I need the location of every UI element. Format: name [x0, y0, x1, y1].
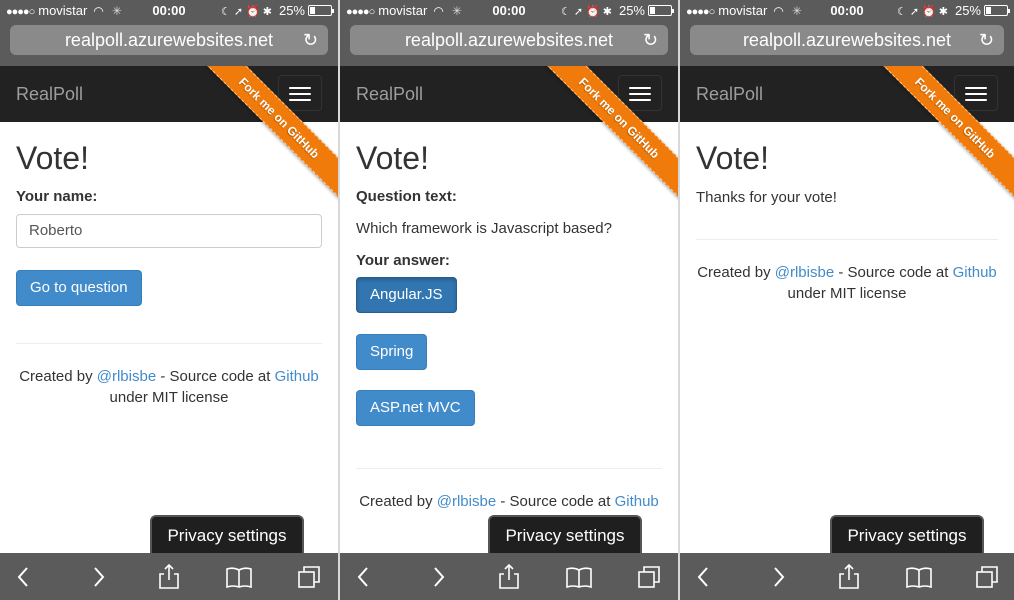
author-link[interactable]: @rlbisbe [437, 493, 496, 510]
battery-percent: 25% [954, 3, 981, 18]
status-bar: ●●●●○ movistar ◠ ✳ 00:00 ☾➚⏰✱ 25% [340, 0, 678, 22]
battery-icon [648, 5, 674, 16]
page-title: Vote! [696, 140, 769, 176]
name-input[interactable]: Roberto [16, 214, 322, 248]
reload-icon[interactable]: ↻ [303, 25, 318, 55]
author-link[interactable]: @rlbisbe [97, 368, 156, 385]
divider [16, 343, 322, 344]
battery-percent: 25% [278, 3, 305, 18]
footer: Created by @rlbisbe - Source code at Git… [16, 366, 322, 408]
fork-ribbon-link[interactable]: Fork me on GitHub [870, 66, 1014, 203]
forward-icon[interactable] [84, 563, 112, 591]
url-text: realpoll.azurewebsites.net [742, 30, 952, 50]
status-icons: ☾➚⏰✱ [896, 6, 951, 18]
question-label: Question text: [356, 188, 457, 205]
tabs-icon[interactable] [635, 563, 663, 591]
phone-screen-question: ●●●●○ movistar ◠ ✳ 00:00 ☾➚⏰✱ 25% realpoll.a… [340, 0, 678, 600]
github-ribbon: Fork me on GitHub [864, 66, 1014, 216]
brand-link[interactable]: RealPoll [356, 66, 423, 122]
browser-chrome: ●●●●○ movistar ◠ ✳ 00:00 ☾➚⏰✱ 25% realpoll.a… [340, 0, 678, 66]
thanks-message: Thanks for your vote! [696, 189, 837, 206]
divider [356, 468, 662, 469]
answer-button-spring[interactable]: Spring [356, 334, 428, 370]
author-link[interactable]: @rlbisbe [775, 264, 834, 281]
back-icon[interactable] [690, 563, 718, 591]
fork-ribbon-link[interactable]: Fork me on GitHub [194, 66, 338, 203]
browser-toolbar [340, 553, 678, 600]
share-icon[interactable] [155, 563, 183, 591]
url-bar[interactable]: realpoll.azurewebsites.net ↻ [690, 25, 1004, 55]
forward-icon[interactable] [424, 563, 452, 591]
battery-icon [308, 5, 334, 16]
browser-chrome: ●●●●○ movistar ◠ ✳ 00:00 ☾➚⏰✱ 25% realpoll.a… [0, 0, 338, 66]
github-link[interactable]: Github [615, 493, 659, 510]
divider [696, 239, 998, 240]
question-text: Which framework is Javascript based? [356, 220, 612, 237]
screens-container: ●●●●○ movistar ◠ ✳ 00:00 ☾➚⏰✱ 25% realpoll.a… [0, 0, 1014, 600]
page-title: Vote! [16, 140, 89, 176]
url-text: realpoll.azurewebsites.net [64, 30, 274, 50]
bookmarks-icon[interactable] [905, 563, 933, 591]
name-label: Your name: [16, 188, 98, 205]
battery-percent: 25% [618, 3, 645, 18]
reload-icon[interactable]: ↻ [979, 25, 994, 55]
back-icon[interactable] [350, 563, 378, 591]
fork-ribbon-link[interactable]: Fork me on GitHub [534, 66, 678, 203]
tabs-icon[interactable] [295, 563, 323, 591]
answer-button-angular[interactable]: Angular.JS [356, 277, 457, 313]
url-bar[interactable]: realpoll.azurewebsites.net ↻ [10, 25, 328, 55]
github-link[interactable]: Github [953, 264, 997, 281]
license-text: under MIT license [787, 285, 907, 302]
status-icons: ☾➚⏰✱ [220, 6, 275, 18]
answer-button-aspnet[interactable]: ASP.net MVC [356, 390, 475, 426]
privacy-settings-button[interactable]: Privacy settings [832, 517, 982, 555]
github-ribbon: Fork me on GitHub [188, 66, 338, 216]
forward-icon[interactable] [764, 563, 792, 591]
github-link[interactable]: Github [275, 368, 319, 385]
url-text: realpoll.azurewebsites.net [404, 30, 614, 50]
browser-toolbar [680, 553, 1014, 600]
back-icon[interactable] [10, 563, 38, 591]
github-ribbon: Fork me on GitHub [528, 66, 678, 216]
browser-toolbar [0, 553, 338, 600]
answer-label: Your answer: [356, 252, 450, 269]
reload-icon[interactable]: ↻ [643, 25, 658, 55]
brand-link[interactable]: RealPoll [696, 66, 763, 122]
go-to-question-button[interactable]: Go to question [16, 270, 142, 306]
share-icon[interactable] [495, 563, 523, 591]
license-text: under MIT license [109, 389, 229, 406]
status-bar: ●●●●○ movistar ◠ ✳ 00:00 ☾➚⏰✱ 25% [680, 0, 1014, 22]
privacy-settings-button[interactable]: Privacy settings [152, 517, 302, 555]
phone-screen-name: ●●●●○ movistar ◠ ✳ 00:00 ☾➚⏰✱ 25% realpoll.a… [0, 0, 338, 600]
battery-icon [984, 5, 1010, 16]
page-title: Vote! [356, 140, 429, 176]
privacy-settings-button[interactable]: Privacy settings [490, 517, 640, 555]
brand-link[interactable]: RealPoll [16, 66, 83, 122]
tabs-icon[interactable] [973, 563, 1001, 591]
bookmarks-icon[interactable] [225, 563, 253, 591]
share-icon[interactable] [835, 563, 863, 591]
bookmarks-icon[interactable] [565, 563, 593, 591]
phone-screen-thanks: ●●●●○ movistar ◠ ✳ 00:00 ☾➚⏰✱ 25% realpoll.a… [680, 0, 1014, 600]
browser-chrome: ●●●●○ movistar ◠ ✳ 00:00 ☾➚⏰✱ 25% realpoll.a… [680, 0, 1014, 66]
status-icons: ☾➚⏰✱ [560, 6, 615, 18]
url-bar[interactable]: realpoll.azurewebsites.net ↻ [350, 25, 668, 55]
footer: Created by @rlbisbe - Source code at Git… [697, 264, 997, 302]
status-bar: ●●●●○ movistar ◠ ✳ 00:00 ☾➚⏰✱ 25% [0, 0, 338, 22]
